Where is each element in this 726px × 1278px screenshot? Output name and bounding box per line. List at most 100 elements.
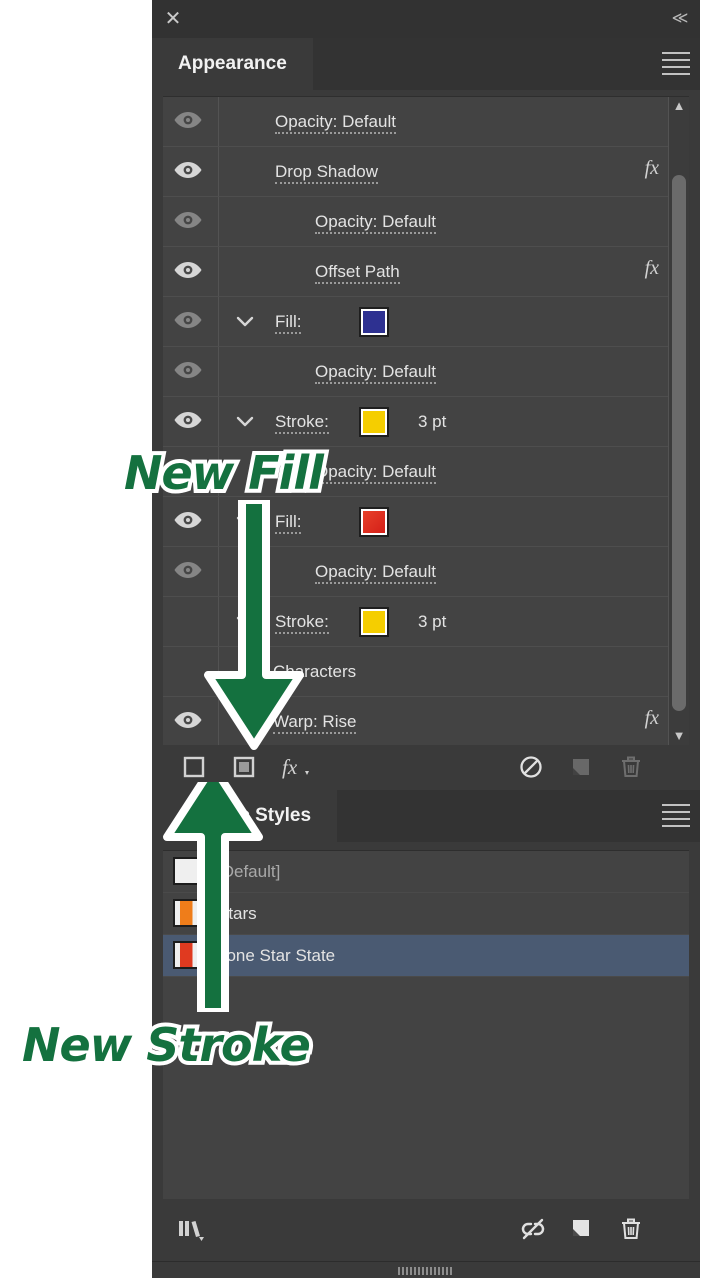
column-divider [218, 297, 219, 346]
chevron-down-icon[interactable] [235, 514, 257, 532]
appearance-row[interactable]: Opacity: Default [163, 347, 689, 397]
column-divider [218, 147, 219, 196]
graphic-style-item[interactable]: Lone Star State [163, 935, 689, 977]
chevron-down-icon[interactable] [235, 614, 257, 632]
delete-item-button[interactable] [618, 754, 648, 782]
color-swatch[interactable] [359, 607, 389, 637]
new-style-button[interactable] [568, 1216, 598, 1244]
visibility-eye-icon[interactable] [173, 710, 211, 734]
close-icon[interactable]: ✕ [160, 6, 186, 32]
tab-graphic-styles[interactable]: Graphic Styles [152, 790, 338, 842]
column-divider [218, 247, 219, 296]
appearance-row[interactable]: Characters [163, 647, 689, 697]
style-name: Lone Star State [217, 946, 336, 965]
fx-icon[interactable]: fx [645, 707, 659, 730]
appearance-row-label: Offset Path [315, 260, 400, 284]
appearance-row-label: Opacity: Default [315, 560, 436, 584]
appearance-item-list[interactable]: Opacity: Default Drop Shadow fx Opacity: De… [163, 96, 689, 745]
visibility-eye-icon[interactable] [173, 510, 211, 534]
chevron-down-icon[interactable] [235, 314, 257, 332]
panel-titlebar: ✕ ≪ [152, 0, 700, 38]
visibility-eye-icon[interactable] [173, 110, 211, 134]
svg-text:fx: fx [282, 755, 298, 779]
appearance-row[interactable]: Opacity: Default [163, 547, 689, 597]
appearance-panel: ✕ ≪ Appearance Opacity: Default Drop Shad… [152, 0, 700, 790]
visibility-eye-icon[interactable] [173, 560, 211, 584]
column-divider [218, 497, 219, 546]
appearance-row[interactable]: Stroke: 3 pt [163, 397, 689, 447]
visibility-eye-icon[interactable] [173, 260, 211, 284]
appearance-row[interactable]: Warp: Rise fx [163, 697, 689, 745]
appearance-row-label: Stroke: [275, 610, 329, 634]
color-swatch[interactable] [359, 407, 389, 437]
delete-style-button[interactable] [618, 1216, 648, 1244]
appearance-row-label: Characters [273, 662, 357, 681]
add-new-effect-button[interactable]: fx [281, 754, 311, 782]
stroke-weight-value[interactable]: 3 pt [418, 610, 446, 634]
visibility-eye-icon[interactable] [173, 410, 211, 434]
visibility-eye-icon[interactable] [173, 310, 211, 334]
style-name: [Default] [217, 862, 281, 881]
visibility-eye-icon[interactable] [173, 160, 211, 184]
appearance-panel-menu-icon[interactable] [662, 52, 690, 76]
graphic-styles-tabstrip: Graphic Styles [152, 790, 700, 842]
fx-icon[interactable]: fx [645, 157, 659, 180]
collapse-panel-icon[interactable]: ≪ [666, 6, 692, 32]
style-name: Stars [217, 904, 257, 923]
column-divider [218, 397, 219, 446]
column-divider [218, 447, 219, 496]
appearance-row[interactable]: Opacity: Default [163, 97, 689, 147]
appearance-row-label: Opacity: Default [275, 110, 396, 134]
appearance-row[interactable]: Drop Shadow fx [163, 147, 689, 197]
appearance-tabstrip: Appearance [152, 38, 700, 90]
color-swatch[interactable] [359, 307, 389, 337]
appearance-row[interactable]: Offset Path fx [163, 247, 689, 297]
stroke-weight-value[interactable]: 3 pt [418, 410, 446, 434]
add-new-stroke-button[interactable] [181, 754, 211, 782]
clear-appearance-button[interactable] [518, 754, 548, 782]
column-divider [218, 647, 219, 696]
column-divider [218, 97, 219, 146]
style-thumbnail [173, 941, 201, 969]
appearance-row-label: Opacity: Default [315, 460, 436, 484]
add-new-fill-button[interactable] [231, 754, 261, 782]
visibility-eye-icon[interactable] [173, 360, 211, 384]
graphic-styles-list[interactable]: [Default] Stars Lone Star State [163, 850, 689, 1199]
column-divider [218, 597, 219, 646]
duplicate-item-button[interactable] [568, 754, 598, 782]
appearance-row-label: Fill: [275, 510, 302, 534]
appearance-row[interactable]: Opacity: Default [163, 447, 689, 497]
resize-grip[interactable] [152, 1261, 700, 1278]
style-thumbnail [173, 857, 201, 885]
appearance-scrollbar[interactable]: ▲ ▼ [668, 97, 689, 745]
appearance-row-label: Warp: Rise [273, 710, 357, 734]
column-divider [218, 697, 219, 745]
visibility-eye-icon[interactable] [173, 460, 211, 484]
column-divider [218, 347, 219, 396]
fx-icon[interactable]: fx [645, 257, 659, 280]
column-divider [218, 197, 219, 246]
scroll-up-chevron-icon[interactable]: ▲ [669, 97, 689, 115]
graphic-styles-panel-menu-icon[interactable] [662, 804, 690, 828]
appearance-row-label: Stroke: [275, 410, 329, 434]
break-link-to-style-button[interactable] [518, 1216, 548, 1244]
scrollbar-thumb[interactable] [672, 175, 686, 711]
scroll-down-chevron-icon[interactable]: ▼ [669, 727, 689, 745]
tab-appearance[interactable]: Appearance [152, 38, 313, 90]
appearance-row[interactable]: Opacity: Default [163, 197, 689, 247]
graphic-styles-panel: Graphic Styles [Default] Stars Lone Star S… [152, 790, 700, 1278]
graphic-style-item[interactable]: Stars [163, 893, 689, 935]
styles-libraries-button[interactable] [177, 1216, 207, 1244]
appearance-toolbar: fx [163, 748, 689, 788]
appearance-row[interactable]: Fill: [163, 297, 689, 347]
visibility-eye-icon[interactable] [173, 210, 211, 234]
color-swatch[interactable] [359, 507, 389, 537]
graphic-style-item[interactable]: [Default] [163, 851, 689, 893]
appearance-row-label: Opacity: Default [315, 360, 436, 384]
appearance-row[interactable]: Fill: [163, 497, 689, 547]
appearance-row[interactable]: Stroke: 3 pt [163, 597, 689, 647]
style-thumbnail [173, 899, 201, 927]
panel-dock: ✕ ≪ Appearance Opacity: Default Drop Shad… [152, 0, 700, 1278]
appearance-row-label: Drop Shadow [275, 160, 379, 184]
chevron-down-icon[interactable] [235, 414, 257, 432]
